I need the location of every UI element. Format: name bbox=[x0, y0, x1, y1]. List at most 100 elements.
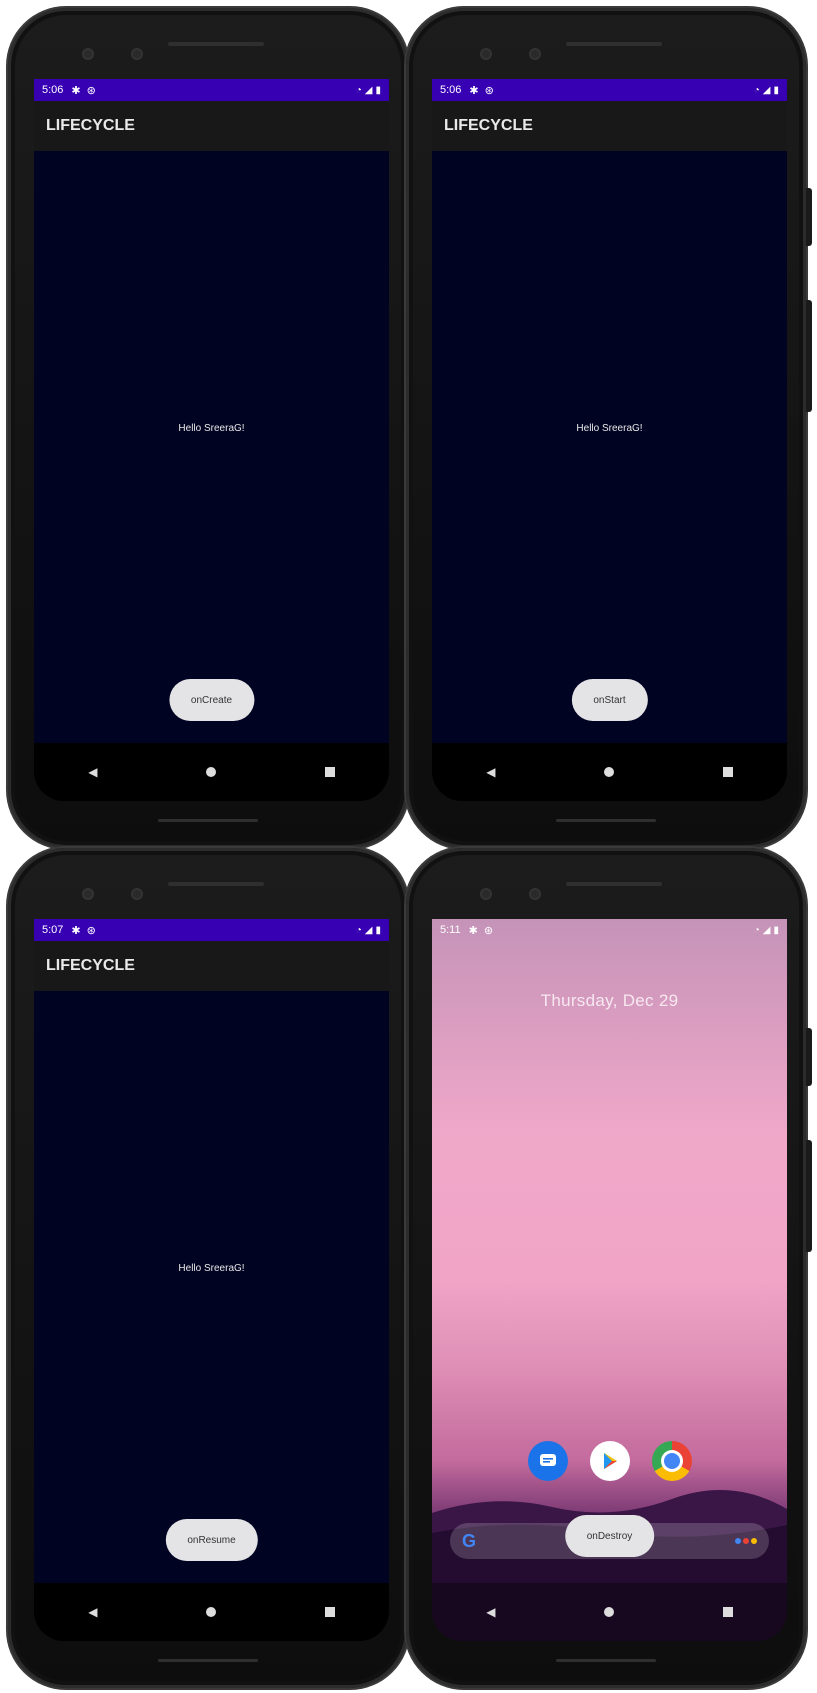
status-time: 5:07 bbox=[42, 924, 64, 936]
status-right: ◔ ◢ ▮ bbox=[754, 85, 779, 96]
chrome-icon[interactable] bbox=[651, 1441, 692, 1481]
back-icon[interactable]: ◀ bbox=[88, 1605, 97, 1619]
home-icon[interactable] bbox=[206, 767, 217, 777]
status-time: 5:11 bbox=[440, 924, 461, 936]
bottom-speaker bbox=[158, 1659, 258, 1662]
status-bar: 5:11 ✱ ⊛ ◔ ◢ ▮ bbox=[432, 919, 787, 941]
signal-icon: ◢ bbox=[762, 924, 771, 936]
gear-icon: ✱ bbox=[469, 84, 479, 97]
camera-icon bbox=[529, 888, 541, 900]
play-glyph bbox=[603, 1453, 617, 1469]
oncreate-button[interactable]: onCreate bbox=[168, 679, 255, 721]
recents-icon[interactable] bbox=[722, 1607, 733, 1617]
hello-text: Hello SreeraG! bbox=[178, 423, 245, 434]
battery-icon: ▮ bbox=[375, 84, 381, 96]
screen: 5:06 ✱ ⊛ ◔ ◢ ▮ LIFECYCLE Hello SreeraG! … bbox=[432, 79, 787, 801]
battery-icon: ▮ bbox=[375, 924, 381, 936]
battery-icon: ▮ bbox=[773, 84, 779, 96]
gear-icon: ✱ bbox=[71, 924, 81, 937]
play-store-icon[interactable] bbox=[589, 1441, 630, 1481]
nav-bar: ◀ bbox=[34, 1583, 389, 1641]
assistant-icon[interactable] bbox=[735, 1538, 757, 1544]
onresume-button[interactable]: onResume bbox=[165, 1519, 258, 1561]
messages-glyph bbox=[539, 1454, 556, 1466]
bottom-speaker bbox=[158, 819, 258, 822]
status-right: ◔ ◢ ▮ bbox=[356, 925, 381, 936]
back-icon[interactable]: ◀ bbox=[486, 1605, 495, 1619]
app-title: LIFECYCLE bbox=[444, 117, 533, 134]
earpiece bbox=[566, 42, 662, 46]
content: Hello SreeraG! onCreate bbox=[34, 151, 389, 743]
back-icon[interactable]: ◀ bbox=[486, 765, 495, 779]
camera-icon bbox=[529, 48, 541, 60]
messages-icon[interactable] bbox=[527, 1441, 568, 1481]
volume-button bbox=[806, 1028, 812, 1086]
camera-icon bbox=[131, 888, 143, 900]
wifi-icon: ◔ bbox=[753, 84, 760, 96]
onstart-button[interactable]: onStart bbox=[571, 679, 648, 721]
do-not-disturb-icon: ⊛ bbox=[86, 924, 96, 937]
chrome-center bbox=[663, 1453, 680, 1469]
phone-frame-oncreate: 5:06 ✱ ⊛ ◔ ◢ ▮ LIFECYCLE Hello SreeraG! … bbox=[8, 8, 414, 848]
recents-icon[interactable] bbox=[324, 767, 335, 777]
recents-icon[interactable] bbox=[324, 1607, 335, 1617]
earpiece bbox=[168, 882, 264, 886]
signal-icon: ◢ bbox=[364, 924, 373, 936]
status-right: ◔ ◢ ▮ bbox=[356, 85, 381, 96]
wifi-icon: ◔ bbox=[753, 924, 760, 936]
camera-icon bbox=[131, 48, 143, 60]
earpiece bbox=[566, 882, 662, 886]
status-time: 5:06 bbox=[42, 84, 64, 96]
bottom-speaker bbox=[556, 1659, 656, 1662]
home-icon[interactable] bbox=[206, 1607, 217, 1617]
battery-icon: ▮ bbox=[773, 924, 779, 936]
recents-icon[interactable] bbox=[722, 767, 733, 777]
app-title: LIFECYCLE bbox=[46, 957, 135, 974]
do-not-disturb-icon: ⊛ bbox=[484, 84, 494, 97]
hello-text: Hello SreeraG! bbox=[178, 1263, 245, 1274]
screen: 5:07 ✱ ⊛ ◔ ◢ ▮ LIFECYCLE Hello SreeraG! … bbox=[34, 919, 389, 1641]
signal-icon: ◢ bbox=[762, 84, 771, 96]
camera-icon bbox=[82, 48, 94, 60]
gear-icon: ✱ bbox=[71, 84, 81, 97]
home-icon[interactable] bbox=[604, 767, 615, 777]
nav-bar: ◀ bbox=[432, 1583, 787, 1641]
do-not-disturb-icon: ⊛ bbox=[483, 924, 494, 937]
camera-icon bbox=[82, 888, 94, 900]
ondestroy-toast: onDestroy bbox=[564, 1515, 655, 1557]
earpiece bbox=[168, 42, 264, 46]
app-bar: LIFECYCLE bbox=[34, 101, 389, 151]
status-bar: 5:06 ✱ ⊛ ◔ ◢ ▮ bbox=[34, 79, 389, 101]
nav-bar: ◀ bbox=[432, 743, 787, 801]
home-icon[interactable] bbox=[604, 1607, 615, 1617]
home-screen: 5:11 ✱ ⊛ ◔ ◢ ▮ Thursday, Dec 29 G onDest… bbox=[432, 919, 787, 1641]
volume-button bbox=[806, 188, 812, 246]
content: Hello SreeraG! onStart bbox=[432, 151, 787, 743]
status-bar: 5:07 ✱ ⊛ ◔ ◢ ▮ bbox=[34, 919, 389, 941]
power-button bbox=[806, 300, 812, 412]
power-button bbox=[806, 1140, 812, 1252]
app-title: LIFECYCLE bbox=[46, 117, 135, 134]
back-icon[interactable]: ◀ bbox=[88, 765, 97, 779]
status-right: ◔ ◢ ▮ bbox=[754, 925, 779, 936]
nav-bar: ◀ bbox=[34, 743, 389, 801]
phone-frame-ondestroy: 5:11 ✱ ⊛ ◔ ◢ ▮ Thursday, Dec 29 G onDest… bbox=[406, 848, 812, 1688]
app-dock bbox=[432, 1441, 787, 1481]
phone-frame-onresume: 5:07 ✱ ⊛ ◔ ◢ ▮ LIFECYCLE Hello SreeraG! … bbox=[8, 848, 414, 1688]
app-bar: LIFECYCLE bbox=[432, 101, 787, 151]
screen: 5:06 ✱ ⊛ ◔ ◢ ▮ LIFECYCLE Hello SreeraG! … bbox=[34, 79, 389, 801]
camera-icon bbox=[480, 888, 492, 900]
signal-icon: ◢ bbox=[364, 84, 373, 96]
hello-text: Hello SreeraG! bbox=[576, 423, 643, 434]
bottom-speaker bbox=[556, 819, 656, 822]
camera-icon bbox=[480, 48, 492, 60]
wifi-icon: ◔ bbox=[355, 84, 362, 96]
status-bar: 5:06 ✱ ⊛ ◔ ◢ ▮ bbox=[432, 79, 787, 101]
google-icon: G bbox=[462, 1530, 477, 1551]
date-widget[interactable]: Thursday, Dec 29 bbox=[432, 991, 787, 1011]
do-not-disturb-icon: ⊛ bbox=[86, 84, 96, 97]
phone-frame-onstart: 5:06 ✱ ⊛ ◔ ◢ ▮ LIFECYCLE Hello SreeraG! … bbox=[406, 8, 812, 848]
content: Hello SreeraG! onResume bbox=[34, 991, 389, 1583]
wifi-icon: ◔ bbox=[355, 924, 362, 936]
app-bar: LIFECYCLE bbox=[34, 941, 389, 991]
